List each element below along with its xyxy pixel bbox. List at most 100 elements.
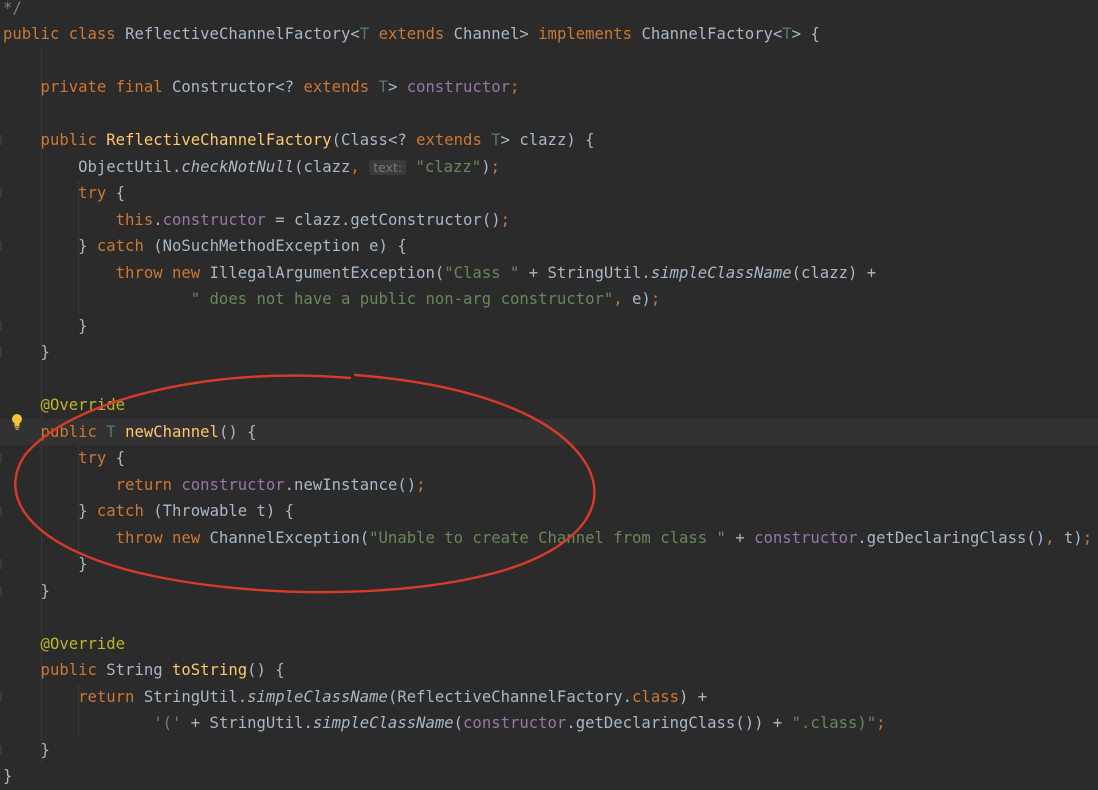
code-line[interactable]: } catch (Throwable t) { — [0, 498, 1098, 525]
code-token: + StringUtil. — [519, 263, 651, 282]
code-token: extends — [416, 131, 482, 149]
code-token: } — [3, 555, 88, 573]
code-token: constructor — [162, 210, 266, 229]
code-line[interactable]: } — [0, 578, 1098, 605]
code-line-text: */ — [3, 0, 22, 21]
code-token: { — [115, 184, 126, 202]
code-token: throw new — [3, 528, 210, 547]
code-token: public class — [3, 25, 126, 43]
code-line[interactable] — [0, 604, 1098, 631]
code-line[interactable] — [0, 366, 1098, 393]
code-line-text: public String toString() { — [3, 657, 285, 684]
code-line-text: } — [3, 551, 88, 578]
code-token: . — [153, 210, 163, 229]
code-token: "clazz" — [415, 157, 482, 176]
code-line[interactable]: } — [0, 737, 1098, 764]
code-token: IllegalArgumentException( — [209, 263, 445, 282]
code-line-text: } — [3, 763, 12, 790]
code-token: .getDeclaringClass() — [857, 528, 1046, 547]
code-token: .newInstance() — [284, 475, 417, 494]
code-line[interactable]: throw new ChannelException("Unable to cr… — [0, 525, 1098, 552]
code-line[interactable]: this.constructor = clazz.getConstructor(… — [0, 207, 1098, 234]
code-line-text: public class ReflectiveChannelFactory<T … — [3, 21, 820, 48]
code-line[interactable]: public class ReflectiveChannelFactory<T … — [0, 21, 1098, 48]
code-token: } — [3, 316, 88, 335]
code-line[interactable]: @Override — [0, 392, 1098, 419]
code-token: public — [3, 131, 107, 149]
code-token: simpleClassName — [650, 263, 792, 282]
code-line-text: this.constructor = clazz.getConstructor(… — [3, 207, 510, 234]
code-token: throw new — [3, 263, 210, 282]
code-token: String — [106, 661, 172, 679]
code-token: "Unable to create Channel from class " — [369, 528, 726, 547]
code-token: ; — [416, 475, 426, 494]
code-token: '(' — [153, 714, 182, 732]
code-line-text: } — [3, 737, 50, 764]
code-token: ; — [500, 210, 510, 229]
code-line-text: public ReflectiveChannelFactory(Class<? … — [3, 127, 595, 154]
code-token: } — [3, 237, 97, 255]
code-token: (clazz — [294, 157, 351, 176]
code-token: class — [632, 687, 679, 706]
code-line[interactable]: public ReflectiveChannelFactory(Class<? … — [0, 127, 1098, 154]
code-token: (clazz) + — [791, 263, 877, 282]
code-line[interactable]: */ — [0, 0, 1098, 21]
code-token: public — [3, 661, 107, 679]
code-token: } — [3, 767, 13, 785]
code-token: () { — [247, 661, 285, 679]
code-line[interactable]: public String toString() { — [0, 657, 1098, 684]
code-token: + StringUtil. — [181, 714, 313, 732]
code-token: private final — [3, 78, 172, 96]
code-line[interactable]: '(' + StringUtil.simpleClassName(constru… — [0, 710, 1098, 737]
code-line[interactable]: } — [0, 339, 1098, 366]
code-token: return — [3, 687, 144, 706]
code-token: this — [3, 210, 154, 229]
code-token: StringUtil. — [143, 687, 248, 706]
code-line-text: throw new IllegalArgumentException("Clas… — [3, 260, 876, 287]
code-token: implements — [538, 25, 633, 43]
code-line[interactable]: try { — [0, 180, 1098, 207]
code-token: } — [3, 343, 50, 361]
code-token: ObjectUtil. — [3, 157, 182, 176]
code-editor[interactable]: */ public class ReflectiveChannelFactory<… — [0, 0, 1098, 785]
code-token: () { — [218, 422, 257, 441]
code-line[interactable]: } — [0, 313, 1098, 340]
code-token: try — [3, 184, 116, 202]
code-line[interactable]: } — [0, 551, 1098, 578]
code-token: ChannelException( — [209, 528, 370, 547]
code-token: */ — [3, 0, 22, 17]
code-token: + — [725, 528, 755, 547]
code-line[interactable]: } — [0, 763, 1098, 790]
code-line-text: " does not have a public non-arg constru… — [3, 286, 660, 313]
parameter-hint: text: — [369, 159, 407, 175]
code-line[interactable]: return constructor.newInstance(); — [0, 472, 1098, 499]
code-line[interactable] — [0, 101, 1098, 128]
code-token: (Throwable t) { — [153, 502, 295, 520]
code-line[interactable] — [0, 48, 1098, 75]
code-line-text: } catch (Throwable t) { — [3, 498, 294, 525]
code-token: simpleClassName — [247, 687, 388, 706]
code-token: > clazz) { — [500, 131, 595, 149]
code-line[interactable]: " does not have a public non-arg constru… — [0, 286, 1098, 313]
code-token: { — [115, 449, 126, 467]
code-token: = clazz.getConstructor() — [265, 210, 501, 229]
code-line[interactable]: public T newChannel() { — [0, 418, 1098, 445]
code-token: T — [378, 78, 388, 96]
code-line[interactable]: @Override — [0, 631, 1098, 658]
code-token: t) — [1063, 528, 1083, 547]
code-line-text: } — [3, 313, 88, 340]
code-token: ( — [453, 714, 464, 732]
code-line-text: return StringUtil.simpleClassName(Reflec… — [3, 684, 707, 711]
code-line[interactable]: ObjectUtil.checkNotNull(clazz, text: "cl… — [0, 154, 1098, 181]
code-line[interactable]: } catch (NoSuchMethodException e) { — [0, 233, 1098, 260]
code-token: newChannel — [125, 422, 219, 441]
code-line[interactable]: throw new IllegalArgumentException("Clas… — [0, 260, 1098, 287]
lightbulb-icon[interactable] — [10, 413, 24, 431]
code-line[interactable]: try { — [0, 445, 1098, 472]
code-line[interactable]: private final Constructor<? extends T> c… — [0, 74, 1098, 101]
code-line[interactable]: return StringUtil.simpleClassName(Reflec… — [0, 684, 1098, 711]
code-token: constructor — [181, 475, 285, 494]
